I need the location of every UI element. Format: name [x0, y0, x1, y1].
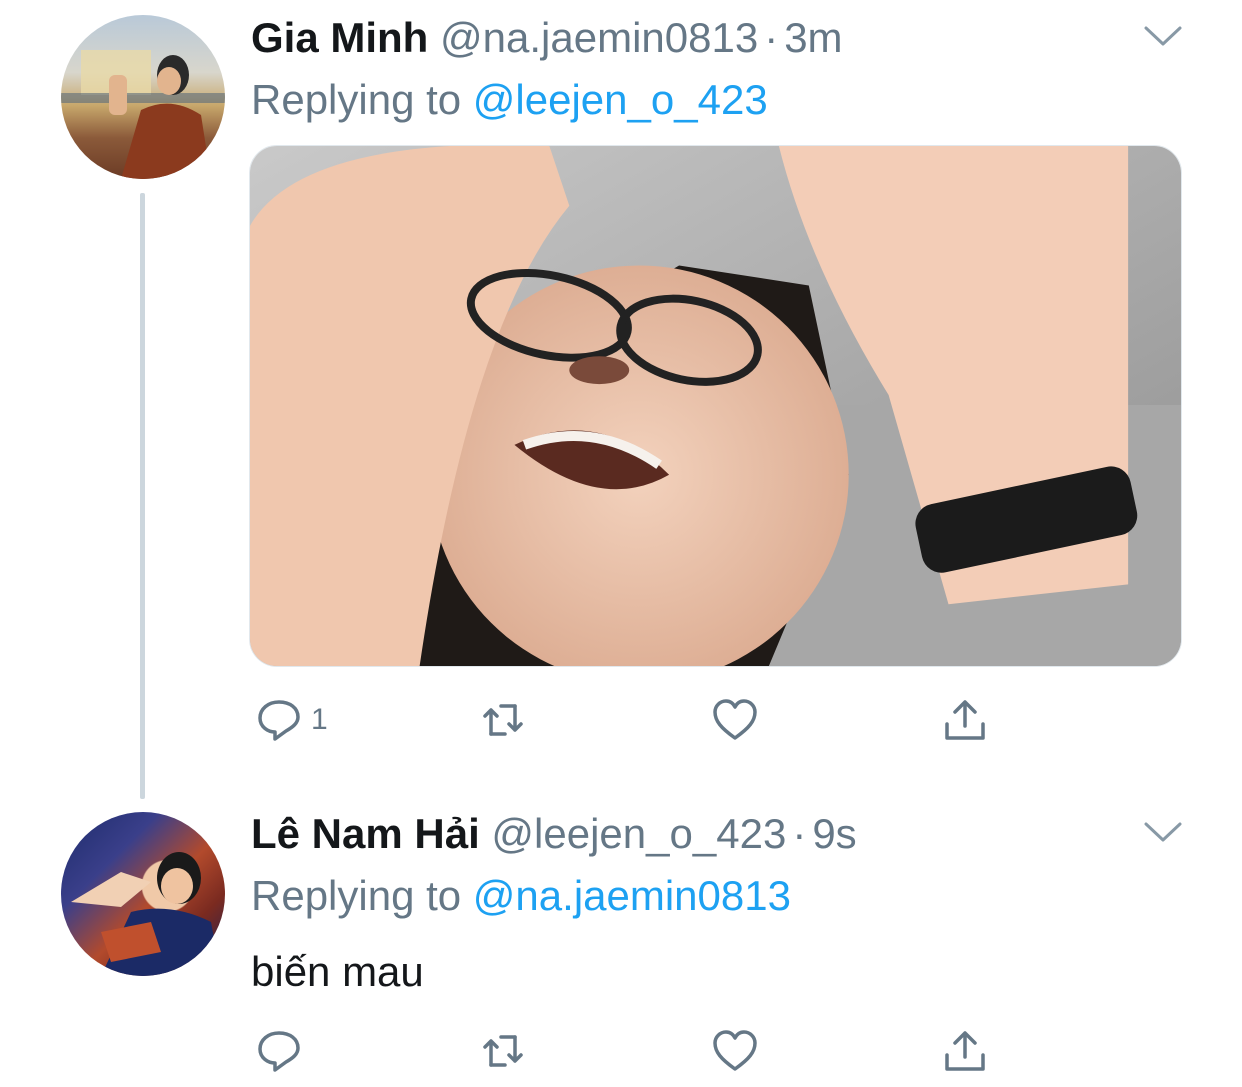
- share-button[interactable]: [941, 1024, 989, 1078]
- reply-icon: [255, 696, 303, 744]
- chevron-down-icon[interactable]: [1143, 24, 1183, 48]
- separator: ·: [792, 810, 807, 857]
- timestamp[interactable]: 3m: [784, 14, 842, 61]
- share-icon: [941, 696, 989, 744]
- user-handle[interactable]: @leejen_o_423: [491, 810, 786, 857]
- tweet-header: Lê Nam Hải @leejen_o_423 · 9s: [251, 810, 857, 858]
- avatar-photo: [71, 852, 221, 976]
- reply-icon: [255, 1027, 303, 1075]
- timestamp[interactable]: 9s: [812, 810, 856, 857]
- chevron-down-icon[interactable]: [1143, 820, 1183, 844]
- like-icon: [711, 1027, 759, 1075]
- avatar-photo: [61, 50, 225, 179]
- replying-to: Replying to @leejen_o_423: [251, 76, 768, 124]
- thread-line: [140, 193, 145, 799]
- user-handle[interactable]: @na.jaemin0813: [440, 14, 758, 61]
- avatar[interactable]: [61, 812, 225, 976]
- replying-to-label: Replying to: [251, 872, 462, 919]
- like-icon: [711, 696, 759, 744]
- share-icon: [941, 1027, 989, 1075]
- replying-to-label: Replying to: [251, 76, 462, 123]
- media-photo: [250, 146, 1181, 666]
- display-name[interactable]: Gia Minh: [251, 14, 428, 61]
- reply-button[interactable]: 1: [255, 693, 328, 747]
- display-name[interactable]: Lê Nam Hải: [251, 810, 480, 857]
- tweet[interactable]: Lê Nam Hải @leejen_o_423 · 9s Replying to …: [0, 790, 1242, 1087]
- tweet[interactable]: Gia Minh @na.jaemin0813 · 3m Replying to @…: [0, 0, 1242, 799]
- retweet-button[interactable]: [479, 693, 527, 747]
- replying-to: Replying to @na.jaemin0813: [251, 872, 791, 920]
- share-button[interactable]: [941, 693, 989, 747]
- retweet-button[interactable]: [479, 1024, 527, 1078]
- reply-button[interactable]: [255, 1024, 303, 1078]
- separator: ·: [764, 14, 779, 61]
- retweet-icon: [479, 696, 527, 744]
- like-button[interactable]: [711, 693, 759, 747]
- tweet-actions: [251, 1024, 1011, 1078]
- replying-to-handle[interactable]: @na.jaemin0813: [473, 872, 791, 919]
- tweet-media-image[interactable]: [249, 145, 1182, 667]
- tweet-actions: 1: [251, 693, 1011, 747]
- retweet-icon: [479, 1027, 527, 1075]
- like-button[interactable]: [711, 1024, 759, 1078]
- tweet-header: Gia Minh @na.jaemin0813 · 3m: [251, 14, 843, 62]
- avatar[interactable]: [61, 15, 225, 179]
- replying-to-handle[interactable]: @leejen_o_423: [473, 76, 768, 123]
- tweet-text: biến mau: [251, 948, 424, 995]
- reply-count: 1: [311, 703, 328, 736]
